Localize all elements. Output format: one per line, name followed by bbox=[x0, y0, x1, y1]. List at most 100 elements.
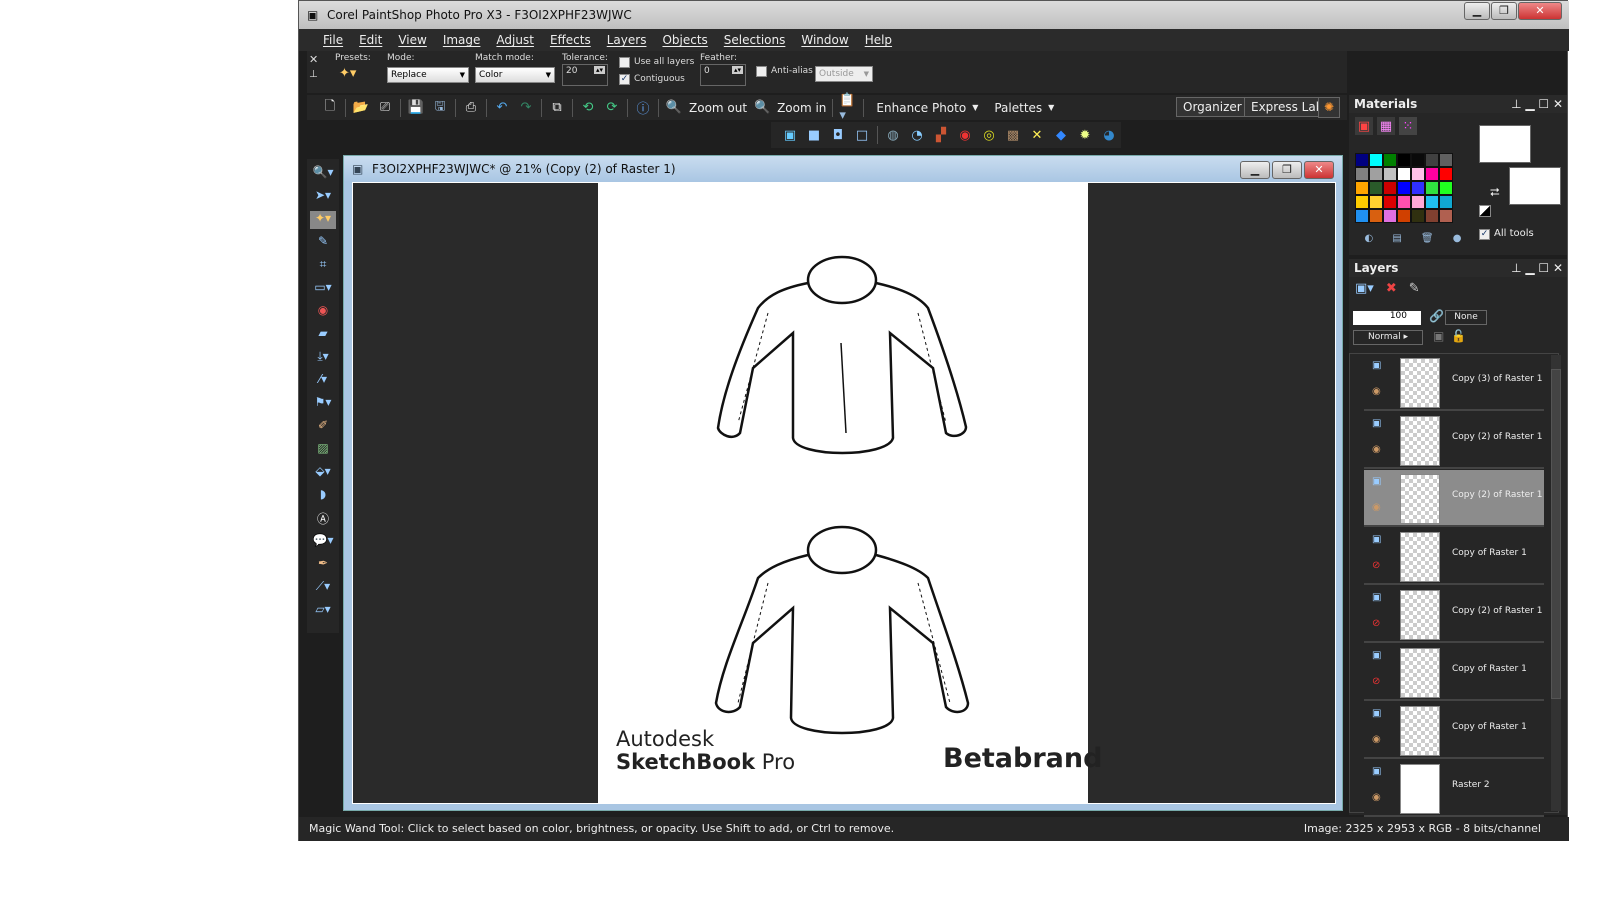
color-swatch[interactable] bbox=[1355, 195, 1369, 209]
tolerance-input[interactable]: 20 ▴▾ bbox=[562, 64, 608, 86]
color-swatch[interactable] bbox=[1439, 153, 1453, 167]
eraser-tool-icon[interactable]: ▱▾ bbox=[310, 602, 336, 620]
close-icon[interactable]: ✕ bbox=[309, 53, 318, 66]
tolerance-stepper[interactable]: ▴▾ bbox=[593, 66, 605, 74]
doc-close-button[interactable]: ✕ bbox=[1304, 161, 1334, 179]
selection-icon[interactable]: ▣ bbox=[781, 126, 799, 144]
color-wheel-icon[interactable]: ✺ bbox=[1318, 97, 1340, 118]
save-as-icon[interactable]: 🖫 bbox=[431, 99, 449, 117]
palettes-menu[interactable]: Palettes bbox=[994, 101, 1042, 115]
art-media-icon[interactable]: ▨ bbox=[310, 441, 336, 459]
color-swatch[interactable] bbox=[1439, 181, 1453, 195]
minimize-button[interactable]: ▁ bbox=[1464, 2, 1490, 20]
color-swatch[interactable] bbox=[1411, 181, 1425, 195]
layer-list-scrollbar[interactable] bbox=[1551, 355, 1561, 811]
color-swatch[interactable] bbox=[1383, 153, 1397, 167]
layer-row[interactable]: ▣ ⊘ Copy of Raster 1 bbox=[1364, 528, 1544, 585]
color-swatch[interactable] bbox=[1425, 209, 1439, 223]
preset-shape-icon[interactable]: 💬▾ bbox=[310, 533, 336, 551]
rotate-left-icon[interactable]: ⟲ bbox=[579, 99, 597, 117]
drop-shadow-icon[interactable]: ◘ bbox=[829, 126, 847, 144]
print-icon[interactable]: ⎙ bbox=[462, 99, 480, 117]
menu-layers[interactable]: Layers bbox=[599, 29, 655, 51]
ripple-icon[interactable]: ◎ bbox=[980, 126, 998, 144]
clone-tool-icon[interactable]: ⤓▾ bbox=[310, 349, 336, 367]
foreground-color-swatch[interactable] bbox=[1479, 125, 1531, 163]
color-swatch[interactable] bbox=[1397, 153, 1411, 167]
paint-brush-icon[interactable]: ✐ bbox=[310, 418, 336, 436]
organizer-button[interactable]: Organizer bbox=[1176, 97, 1249, 117]
scrollbar-thumb[interactable] bbox=[1551, 369, 1561, 699]
sunburst-icon[interactable]: ✹ bbox=[1076, 126, 1094, 144]
bevel-icon[interactable]: ■ bbox=[805, 126, 823, 144]
pin-icon[interactable]: ⊥ bbox=[309, 69, 318, 80]
frame-icon[interactable]: □ bbox=[853, 126, 871, 144]
color-swatch[interactable] bbox=[1439, 167, 1453, 181]
image-canvas[interactable]: Autodesk SketchBook Pro Betabrand bbox=[598, 183, 1102, 803]
zoom-out-icon[interactable]: 🔍 bbox=[665, 99, 683, 117]
color-swatch[interactable] bbox=[1397, 195, 1411, 209]
text-tool-icon[interactable]: Ⓐ bbox=[310, 510, 336, 528]
warp-brush-icon[interactable]: ⟋▾ bbox=[310, 579, 336, 597]
eye-hidden-icon[interactable]: ⊘ bbox=[1372, 560, 1380, 571]
mode-select[interactable]: Replace bbox=[387, 67, 469, 83]
color-swatch[interactable] bbox=[1439, 195, 1453, 209]
zoom-in-icon[interactable]: 🔍 bbox=[753, 99, 771, 117]
blend-mode-select[interactable]: Normal ▸ bbox=[1353, 330, 1423, 345]
zoom-out-button[interactable]: Zoom out bbox=[689, 101, 747, 115]
color-swatch[interactable] bbox=[1369, 195, 1383, 209]
eye-icon[interactable]: ◉ bbox=[1372, 386, 1381, 397]
canvas-area[interactable]: Autodesk SketchBook Pro Betabrand bbox=[352, 182, 1336, 804]
twirl-icon[interactable]: ◔ bbox=[908, 126, 926, 144]
red-eye-icon[interactable]: ◉ bbox=[956, 126, 974, 144]
color-swatch[interactable] bbox=[1439, 209, 1453, 223]
color-swatch[interactable] bbox=[1383, 181, 1397, 195]
menu-image[interactable]: Image bbox=[435, 29, 489, 51]
enhance-photo-menu[interactable]: Enhance Photo bbox=[876, 101, 966, 115]
makeover-tool-icon[interactable]: ▰ bbox=[310, 326, 336, 344]
dodge-tool-icon[interactable]: ⚑▾ bbox=[310, 395, 336, 413]
paste-icon[interactable]: 📋▾ bbox=[839, 93, 857, 123]
color-swatch[interactable] bbox=[1425, 167, 1439, 181]
doc-maximize-button[interactable]: ❐ bbox=[1272, 161, 1302, 179]
zoom-in-button[interactable]: Zoom in bbox=[777, 101, 826, 115]
menu-view[interactable]: View bbox=[390, 29, 434, 51]
all-tools-checkbox[interactable]: ✓ bbox=[1479, 229, 1490, 240]
outside-select[interactable]: Outside bbox=[815, 66, 873, 82]
eye-icon[interactable]: ◉ bbox=[1372, 792, 1381, 803]
menu-window[interactable]: Window bbox=[793, 29, 856, 51]
color-swatch[interactable] bbox=[1411, 167, 1425, 181]
swatch-options-icon[interactable]: ● bbox=[1453, 233, 1462, 249]
color-swatch[interactable] bbox=[1369, 181, 1383, 195]
menu-selections[interactable]: Selections bbox=[716, 29, 794, 51]
lock-transparency-icon[interactable]: ▣ bbox=[1433, 329, 1444, 343]
brush-strokes-icon[interactable]: ▞ bbox=[932, 126, 950, 144]
color-swatch[interactable] bbox=[1425, 153, 1439, 167]
delete-layer-icon[interactable]: ✖ bbox=[1386, 281, 1397, 296]
new-layer-icon[interactable]: ▣▾ bbox=[1355, 281, 1374, 296]
match-mode-select[interactable]: Color bbox=[475, 67, 555, 83]
magic-wand-preset-icon[interactable]: ✦▾ bbox=[339, 66, 356, 81]
edit-selection-icon[interactable]: ✎ bbox=[1409, 281, 1420, 296]
menu-effects[interactable]: Effects bbox=[542, 29, 599, 51]
frame-tab-icon[interactable]: ▣ bbox=[1355, 117, 1373, 135]
resize-icon[interactable]: ⧉ bbox=[548, 99, 566, 117]
feather-input[interactable]: 0 ▴▾ bbox=[700, 64, 746, 86]
color-swatch[interactable] bbox=[1411, 209, 1425, 223]
texture-icon[interactable]: ▩ bbox=[1004, 126, 1022, 144]
menu-file[interactable]: File bbox=[315, 29, 351, 51]
eye-hidden-icon[interactable]: ⊘ bbox=[1372, 676, 1380, 687]
undo-icon[interactable]: ↶ bbox=[493, 99, 511, 117]
flood-fill-icon[interactable]: ⬙▾ bbox=[310, 464, 336, 482]
link-icon[interactable]: 🔗 bbox=[1429, 309, 1444, 323]
eye-icon[interactable]: ◉ bbox=[1372, 502, 1381, 513]
pen-tool-icon[interactable]: ✒ bbox=[310, 556, 336, 574]
swatches-tab-icon[interactable]: ⁙ bbox=[1399, 117, 1417, 135]
doc-minimize-button[interactable]: ▁ bbox=[1240, 161, 1270, 179]
eye-icon[interactable]: ◉ bbox=[1372, 734, 1381, 745]
star-icon[interactable]: ✕ bbox=[1028, 126, 1046, 144]
color-swatch[interactable] bbox=[1355, 181, 1369, 195]
color-swatch[interactable] bbox=[1383, 209, 1397, 223]
lock-icon[interactable]: 🔓 bbox=[1451, 329, 1466, 343]
open-folder-icon[interactable]: 📂 bbox=[352, 99, 370, 117]
